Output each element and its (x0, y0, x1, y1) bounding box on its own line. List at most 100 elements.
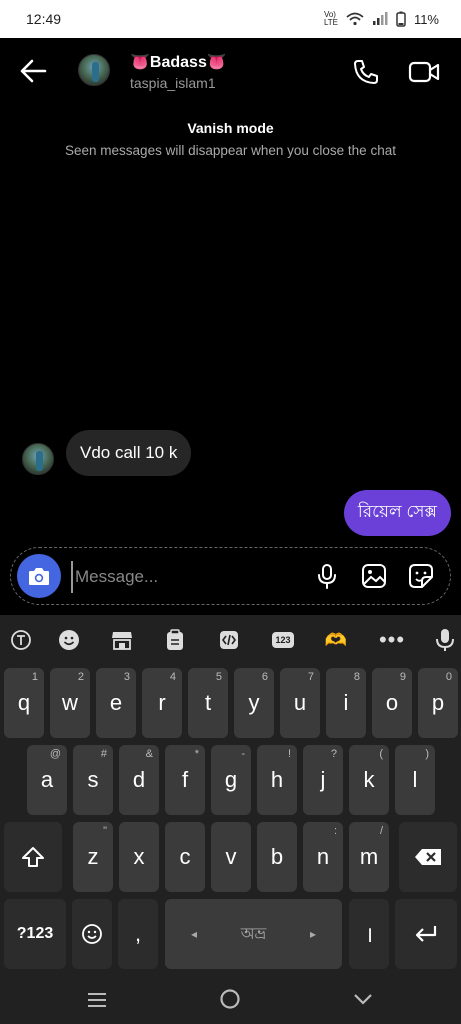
emoji-icon[interactable] (56, 627, 82, 653)
key-d[interactable]: d & (119, 745, 159, 815)
contact-avatar[interactable] (78, 54, 110, 86)
key-o-label: o (385, 690, 399, 715)
key-m-label: m (359, 844, 379, 869)
translate-icon[interactable] (8, 627, 34, 653)
video-call-icon[interactable] (408, 58, 440, 86)
key-g-label: g (224, 767, 238, 792)
key-v-label: v (225, 844, 237, 869)
key-z-label: z (87, 844, 99, 869)
key-g-hint: - (241, 748, 245, 760)
store-icon[interactable] (109, 627, 135, 653)
key-q[interactable]: q1 (4, 668, 44, 738)
key-z[interactable]: z " (73, 822, 113, 892)
key-l-hint: ) (425, 748, 429, 760)
danda-key[interactable]: । (349, 899, 389, 969)
key-k-hint: ( (379, 748, 383, 760)
gallery-icon[interactable] (360, 562, 388, 590)
message-input[interactable] (71, 561, 297, 593)
key-n[interactable]: n: (303, 822, 343, 892)
text-editor-icon[interactable] (216, 627, 242, 653)
key-t[interactable]: t5 (188, 668, 228, 738)
volte-icon: Vo) LTE (323, 10, 339, 27)
key-a-hint: @ (49, 748, 61, 760)
key-y[interactable]: y6 (234, 668, 274, 738)
camera-button[interactable] (17, 554, 61, 598)
more-options-icon[interactable]: ••• (379, 627, 405, 653)
key-u-label: u (293, 690, 307, 715)
clipboard-icon[interactable] (162, 627, 188, 653)
key-d-hint: & (145, 748, 153, 760)
backspace-key[interactable] (399, 822, 457, 892)
space-key[interactable]: ◂ অভ্র ▸ (165, 899, 342, 969)
chat-header: 👅Badass👅 taspia_islam1 (0, 38, 461, 106)
key-l-label: l (412, 767, 418, 792)
contact-username[interactable]: taspia_islam1 (130, 75, 216, 91)
home-icon[interactable] (219, 988, 241, 1010)
sticker-suggestion-icon[interactable]: 🫶 (323, 627, 349, 653)
key-e-label: e (109, 690, 123, 715)
key-b[interactable]: b (257, 822, 297, 892)
key-r[interactable]: r4 (142, 668, 182, 738)
key-m[interactable]: m / (349, 822, 389, 892)
key-s-label: s (87, 767, 99, 792)
voice-input-icon[interactable] (432, 627, 458, 653)
key-i-label: i (343, 690, 349, 715)
keyboard: 123 🫶 ••• q 1 w 2 e 3 r 4 t 5 y 6 u 7 i 8 o 9 p 0 a @ s # d & f * g -… (0, 615, 461, 975)
key-j-hint: ? (330, 748, 337, 760)
key-w-hint: 2 (77, 671, 84, 683)
symbols-key[interactable]: ?123 (4, 899, 66, 969)
keyboard-toolbar: 123 🫶 ••• (0, 615, 461, 665)
space-language-label: অভ্র (240, 925, 267, 943)
outgoing-message[interactable]: রিয়েল সেক্স (343, 490, 451, 536)
comma-key-label: , (134, 921, 142, 946)
wifi-icon (346, 12, 364, 26)
key-p[interactable]: p0 (418, 668, 458, 738)
key-i[interactable]: i8 (326, 668, 366, 738)
key-i-hint: 8 (353, 671, 360, 683)
back-arrow-icon[interactable] (18, 56, 48, 86)
key-x[interactable]: x (119, 822, 159, 892)
key-t-hint: 5 (215, 671, 222, 683)
emoji-smile-icon (82, 924, 102, 944)
key-o[interactable]: o9 (372, 668, 412, 738)
sender-avatar[interactable] (22, 443, 54, 475)
key-f[interactable]: f * (165, 745, 205, 815)
space-left-arrow: ◂ (191, 927, 198, 941)
key-d-label: d (132, 767, 146, 792)
key-e[interactable]: e3 (96, 668, 136, 738)
key-l[interactable]: l) (395, 745, 435, 815)
incoming-message[interactable]: Vdo call 10 k (66, 430, 192, 476)
sticker-icon[interactable] (407, 562, 435, 590)
symbols-key-label: ?123 (16, 925, 54, 942)
contact-name[interactable]: 👅Badass👅 (130, 52, 227, 72)
back-nav-icon[interactable] (352, 991, 374, 1007)
key-v[interactable]: v (211, 822, 251, 892)
microphone-icon[interactable] (313, 562, 341, 590)
numpad-icon[interactable]: 123 (270, 627, 296, 653)
recent-apps-icon[interactable] (86, 991, 108, 1009)
key-k[interactable]: k( (349, 745, 389, 815)
danda-key-label: । (364, 922, 374, 947)
key-c-label: c (179, 844, 191, 869)
key-w[interactable]: w2 (50, 668, 90, 738)
key-t-label: t (204, 690, 212, 715)
battery-percent: 11% (413, 11, 439, 27)
comma-key[interactable]: , (118, 899, 158, 969)
space-right-arrow: ▸ (309, 927, 316, 941)
key-w-label: w (62, 690, 78, 715)
shift-key[interactable] (4, 822, 62, 892)
key-p-label: p (431, 690, 445, 715)
phone-call-icon[interactable] (352, 58, 380, 86)
key-u[interactable]: u7 (280, 668, 320, 738)
key-q-hint: 1 (31, 671, 38, 683)
key-k-label: k (363, 767, 375, 792)
key-g[interactable]: g- (211, 745, 251, 815)
key-b-label: b (270, 844, 284, 869)
emoji-key[interactable] (72, 899, 112, 969)
key-s[interactable]: s # (73, 745, 113, 815)
key-h[interactable]: h! (257, 745, 297, 815)
enter-key[interactable] (395, 899, 457, 969)
key-j[interactable]: j? (303, 745, 343, 815)
key-c[interactable]: c (165, 822, 205, 892)
key-a[interactable]: a @ (27, 745, 67, 815)
